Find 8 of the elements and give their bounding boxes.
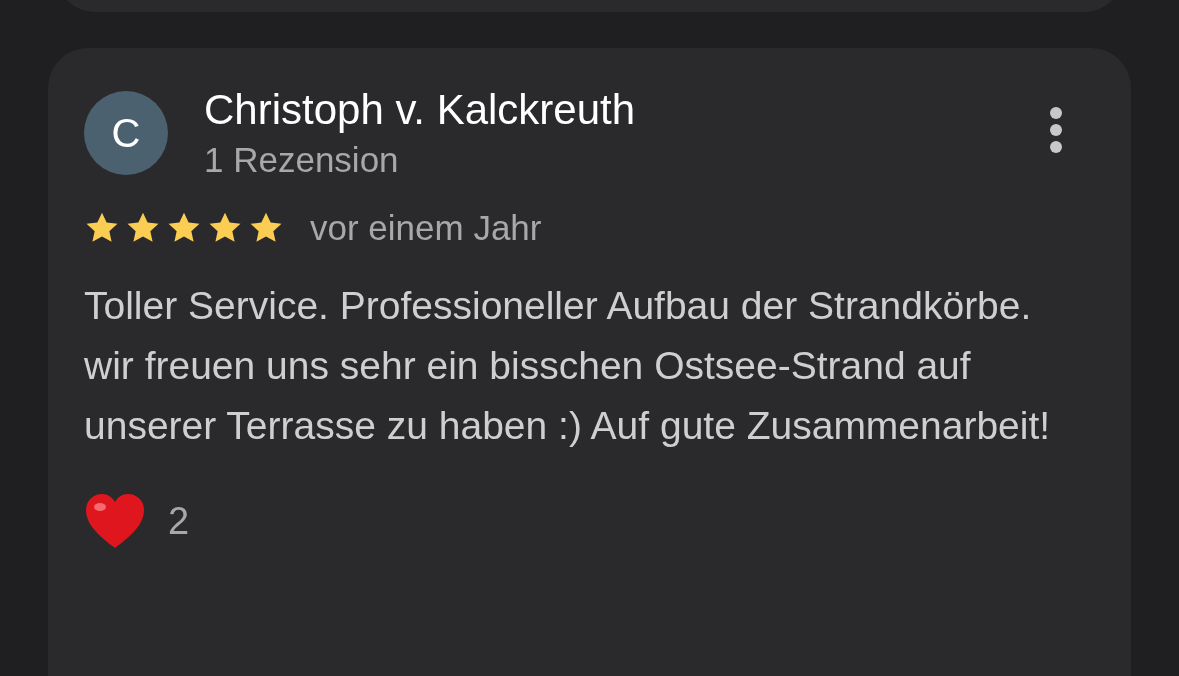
review-count: 1 Rezension (204, 140, 400, 180)
reaction-count: 2 (168, 499, 190, 543)
heart-icon[interactable] (84, 492, 146, 550)
more-options-icon[interactable] (1049, 106, 1063, 154)
review-text: Toller Service. Professioneller Aufbau der Strandkörbe. wir freuen uns sehr ein bisschen Ostsee-Strand auf unserer Terrasse zu haben :) Auf gute Zusammenarbeit! (84, 283, 1052, 449)
avatar[interactable]: C (84, 91, 168, 175)
author-name[interactable]: Christoph v. Kalckreuth (204, 88, 1049, 132)
review-time: vor einem Jahr (310, 208, 542, 248)
